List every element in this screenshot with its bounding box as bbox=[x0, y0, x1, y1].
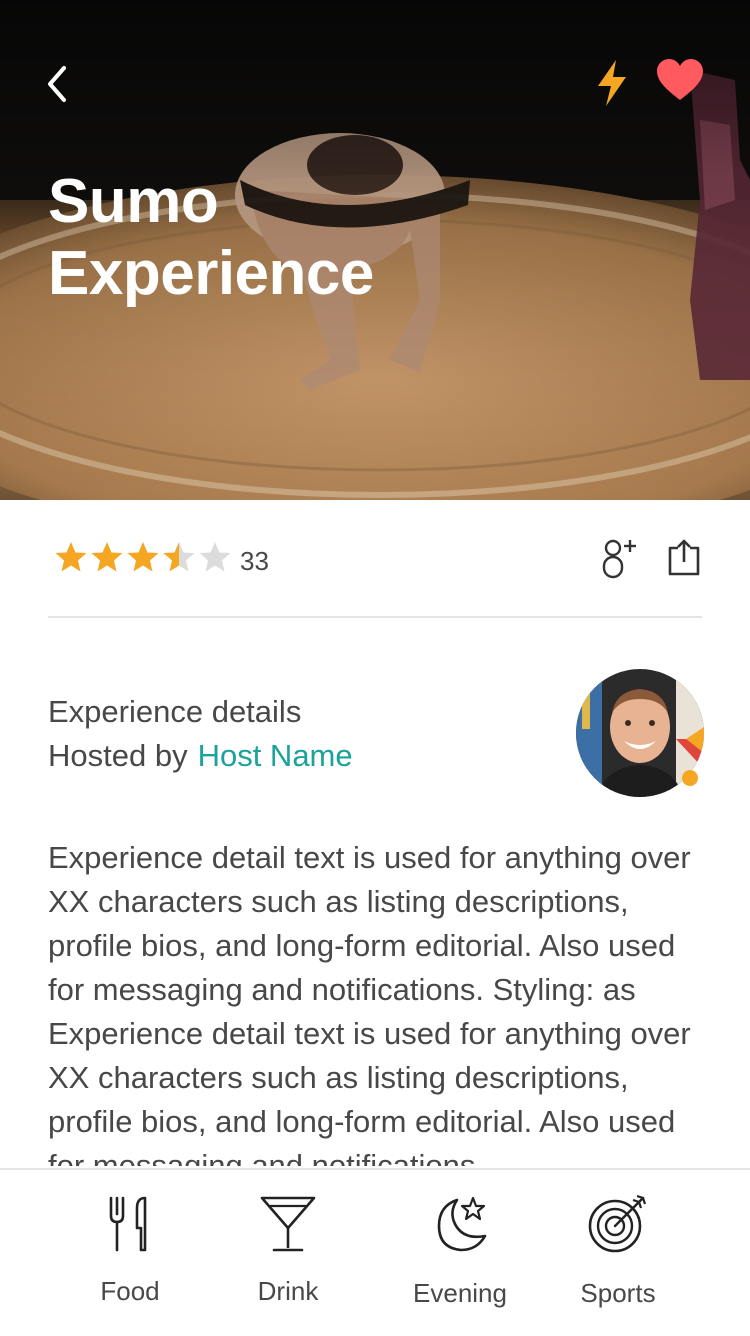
title-line-2: Experience bbox=[48, 239, 374, 308]
tab-sports-label: Sports bbox=[580, 1278, 656, 1308]
tab-evening-label: Evening bbox=[413, 1278, 507, 1308]
target-icon bbox=[588, 1194, 647, 1253]
lightning-bolt-icon[interactable] bbox=[592, 58, 632, 108]
star-full-icon bbox=[55, 542, 87, 572]
tab-drink[interactable]: Drink bbox=[218, 1194, 358, 1307]
back-arrow-icon[interactable] bbox=[36, 60, 80, 108]
hosted-by-label: Hosted by bbox=[48, 738, 188, 773]
tab-evening[interactable]: Evening bbox=[390, 1194, 530, 1309]
tab-sports[interactable]: Sports bbox=[548, 1194, 688, 1309]
review-count: 33 bbox=[240, 546, 269, 576]
moon-star-icon bbox=[437, 1196, 487, 1252]
star-empty-icon bbox=[199, 542, 231, 572]
hosted-by-line: Hosted by Host Name bbox=[48, 738, 353, 774]
star-rating bbox=[54, 540, 232, 576]
tab-drink-label: Drink bbox=[257, 1276, 319, 1306]
tab-food[interactable]: Food bbox=[60, 1194, 200, 1307]
heart-icon[interactable] bbox=[654, 56, 706, 104]
hero-image: Sumo Experience bbox=[0, 0, 750, 500]
add-person-icon[interactable] bbox=[598, 536, 640, 580]
bottom-tab-bar: Food Drink Evening Sports bbox=[0, 1168, 750, 1336]
experience-details-heading: Experience details bbox=[48, 694, 302, 729]
rating-row: 33 bbox=[48, 530, 702, 590]
star-full-icon bbox=[127, 542, 159, 572]
fork-knife-icon bbox=[109, 1196, 147, 1252]
cocktail-icon bbox=[260, 1196, 316, 1252]
tab-food-label: Food bbox=[100, 1276, 160, 1306]
star-full-icon bbox=[91, 542, 123, 572]
experience-description: Experience detail text is used for anyth… bbox=[48, 840, 691, 1166]
title-line-1: Sumo bbox=[48, 167, 219, 236]
divider bbox=[48, 616, 702, 618]
page-title: Sumo Experience bbox=[48, 166, 374, 310]
star-half-icon bbox=[163, 542, 195, 572]
avatar-badge-dot bbox=[682, 770, 698, 786]
host-name-link[interactable]: Host Name bbox=[198, 738, 353, 773]
share-icon[interactable] bbox=[666, 538, 702, 578]
